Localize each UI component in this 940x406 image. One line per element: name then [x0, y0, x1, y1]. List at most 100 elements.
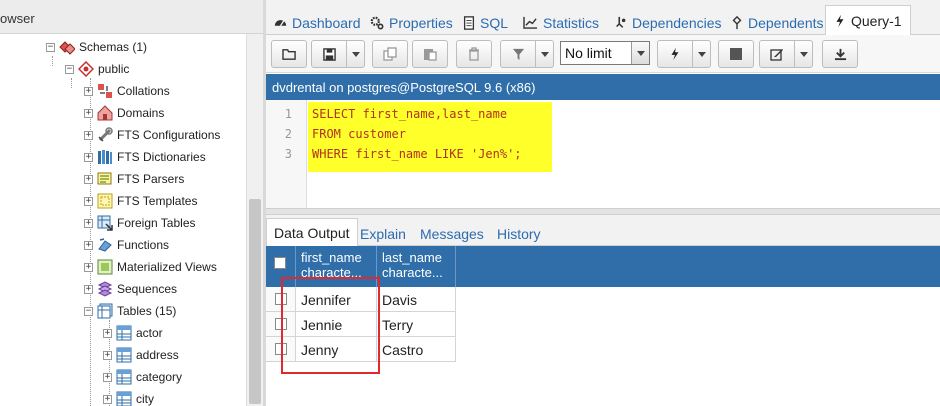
filter-dropdown-button[interactable] — [536, 40, 554, 68]
tree-node-table-actor[interactable]: + actor — [103, 322, 163, 344]
cell-last-name[interactable]: Terry — [377, 312, 456, 337]
dashboard-icon — [274, 20, 287, 27]
tab-explain[interactable]: Explain — [360, 222, 406, 246]
tree-node-label: FTS Templates — [117, 194, 198, 208]
tree-node-label: Schemas (1) — [79, 40, 148, 54]
expand-icon[interactable]: + — [84, 108, 93, 118]
tree-node-label: actor — [136, 326, 163, 340]
cell-last-name[interactable]: Davis — [377, 287, 456, 312]
expand-icon[interactable]: + — [103, 328, 112, 338]
edit-button[interactable] — [759, 40, 795, 68]
code-line[interactable]: WHERE first_name LIKE 'Jen%'; — [312, 147, 522, 161]
tab-statistics[interactable]: Statistics — [523, 10, 599, 35]
fts-configurations-icon — [98, 127, 113, 142]
tree-node-domains[interactable]: + Domains — [84, 102, 164, 124]
select-all-checkbox[interactable] — [274, 257, 286, 269]
expand-icon[interactable]: + — [84, 130, 93, 140]
sql-editor[interactable]: 1 2 3 SELECT first_name,last_name FROM c… — [266, 100, 940, 208]
tab-dependencies[interactable]: Dependencies — [615, 10, 722, 35]
collapse-icon[interactable]: − — [65, 64, 74, 74]
stop-button[interactable] — [718, 40, 754, 68]
caret-down-icon — [697, 51, 706, 57]
fts-parsers-icon — [97, 172, 112, 185]
tree-node-fts-configurations[interactable]: + FTS Configurations — [84, 124, 220, 146]
tree-node-fts-dictionaries[interactable]: + FTS Dictionaries — [84, 146, 206, 168]
tree-node-label: Materialized Views — [117, 260, 217, 274]
tab-dashboard[interactable]: Dashboard — [274, 10, 361, 35]
tree-node-collations[interactable]: + Collations — [84, 80, 170, 102]
tree-node-table-category[interactable]: + category — [103, 366, 182, 388]
download-icon — [834, 48, 846, 60]
expand-icon[interactable]: + — [84, 196, 93, 206]
delete-icon — [469, 47, 479, 61]
tree-node-sequences[interactable]: + Sequences — [84, 278, 177, 300]
expand-icon[interactable]: + — [84, 284, 93, 294]
statistics-icon — [523, 16, 537, 29]
tree-node-label: FTS Configurations — [117, 128, 221, 142]
tab-data-output[interactable]: Data Output — [266, 218, 358, 246]
copy-button[interactable] — [372, 40, 408, 68]
tab-label: Dependencies — [632, 14, 722, 31]
tree-node-fts-parsers[interactable]: + FTS Parsers — [84, 168, 184, 190]
expand-icon[interactable]: + — [84, 174, 93, 184]
tab-label: Statistics — [543, 14, 600, 31]
filter-button[interactable] — [500, 40, 536, 68]
code-line[interactable]: SELECT first_name,last_name — [312, 107, 507, 121]
tab-messages[interactable]: Messages — [420, 222, 484, 246]
tab-properties[interactable]: Properties — [370, 10, 453, 35]
paste-button[interactable] — [412, 40, 448, 68]
execute-dropdown-button[interactable] — [693, 40, 711, 68]
collapse-icon[interactable]: − — [84, 306, 93, 316]
tree-node-tables[interactable]: − Tables (15) — [84, 300, 176, 322]
save-button[interactable] — [311, 40, 347, 68]
download-button[interactable] — [822, 40, 858, 68]
expand-icon[interactable]: + — [84, 218, 93, 228]
expand-icon[interactable]: + — [84, 240, 93, 250]
tree-node-fts-templates[interactable]: + FTS Templates — [84, 190, 197, 212]
expand-icon[interactable]: + — [103, 372, 112, 382]
row-limit-value: No limit — [565, 45, 612, 61]
column-header-last-name[interactable]: last_name characte... — [377, 246, 456, 287]
select-arrow[interactable] — [631, 42, 649, 64]
tab-label: Dashboard — [292, 14, 361, 31]
tree-node-public[interactable]: − public — [65, 58, 129, 80]
tree-node-functions[interactable]: + Functions — [84, 234, 169, 256]
expand-icon[interactable]: + — [84, 86, 93, 96]
edit-dropdown-button[interactable] — [795, 40, 813, 68]
row-limit-select[interactable]: No limit — [560, 41, 650, 65]
tree-node-materialized-views[interactable]: + Materialized Views — [84, 256, 217, 278]
filter-icon — [512, 48, 524, 60]
collapse-icon[interactable]: − — [46, 42, 55, 52]
expand-icon[interactable]: + — [84, 262, 93, 272]
tab-query-1[interactable]: Query-1 — [825, 5, 911, 36]
tree-node-label: city — [136, 392, 154, 406]
line-number: 2 — [284, 127, 292, 141]
edit-icon — [770, 49, 783, 61]
caret-down-icon — [799, 51, 808, 57]
copy-icon — [383, 47, 397, 61]
open-file-button[interactable] — [271, 40, 307, 68]
cell-last-name[interactable]: Castro — [377, 337, 456, 362]
execute-button[interactable] — [657, 40, 693, 68]
code-line[interactable]: FROM customer — [312, 127, 406, 141]
column-type: characte... — [382, 265, 443, 280]
delete-button[interactable] — [456, 40, 492, 68]
tab-sql[interactable]: SQL — [463, 10, 508, 35]
tree-node-foreign-tables[interactable]: + Foreign Tables — [84, 212, 196, 234]
expand-icon[interactable]: + — [84, 152, 93, 162]
tab-history[interactable]: History — [497, 222, 541, 246]
tree-node-table-address[interactable]: + address — [103, 344, 179, 366]
browser-panel: owser − Schemas (1) − public + Collation… — [0, 0, 263, 406]
tree-node-label: public — [98, 62, 130, 76]
save-dropdown-button[interactable] — [347, 40, 365, 68]
expand-icon[interactable]: + — [103, 350, 112, 360]
tree-scrollbar[interactable] — [246, 34, 263, 406]
tree-node-table-city[interactable]: + city — [103, 388, 154, 406]
foreign-tables-icon — [97, 215, 113, 231]
editor-output-splitter[interactable] — [266, 208, 940, 215]
expand-icon[interactable]: + — [103, 394, 112, 404]
tree-node-schemas[interactable]: − Schemas (1) — [46, 36, 147, 58]
tree-scrollbar-thumb[interactable] — [249, 199, 261, 404]
tree-node-label: Sequences — [117, 282, 178, 296]
tab-dependents[interactable]: Dependents — [731, 10, 824, 35]
